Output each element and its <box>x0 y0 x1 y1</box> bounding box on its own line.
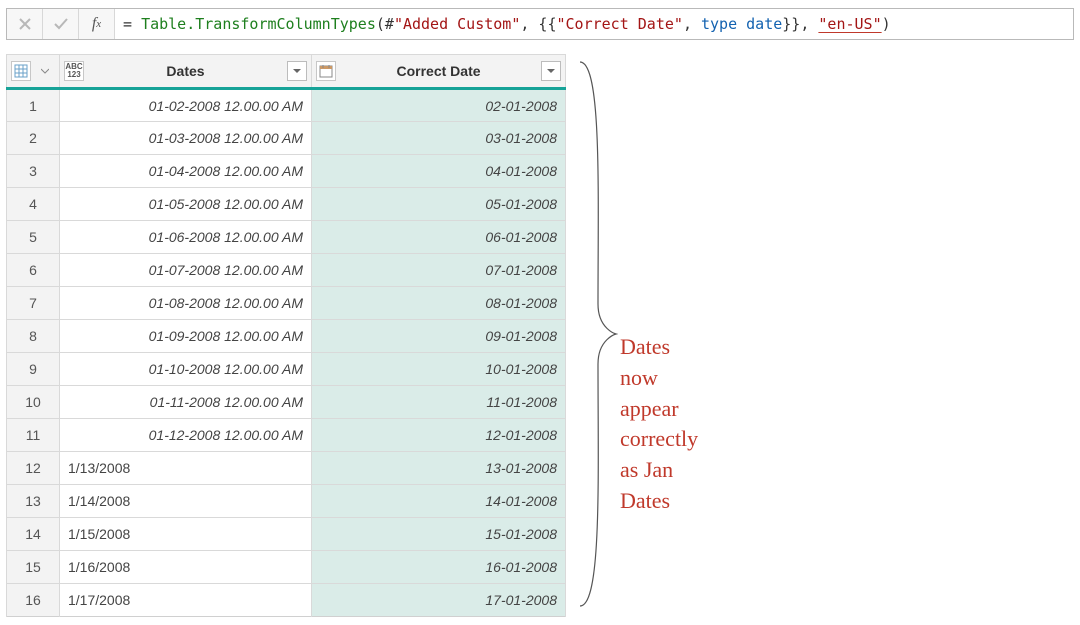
table-row[interactable]: 801-09-2008 12.00.00 AM09-01-2008 <box>7 320 566 353</box>
cell-dates[interactable]: 01-07-2008 12.00.00 AM <box>60 254 312 287</box>
table-row[interactable]: 121/13/200813-01-2008 <box>7 452 566 485</box>
row-number[interactable]: 5 <box>7 221 60 254</box>
table-row[interactable]: 701-08-2008 12.00.00 AM08-01-2008 <box>7 287 566 320</box>
cell-correct-date[interactable]: 17-01-2008 <box>312 584 566 617</box>
row-number[interactable]: 11 <box>7 419 60 452</box>
row-header-corner[interactable] <box>7 55 60 89</box>
filter-dropdown-button[interactable] <box>287 61 307 81</box>
table-row[interactable]: 1001-11-2008 12.00.00 AM11-01-2008 <box>7 386 566 419</box>
cell-correct-date[interactable]: 03-01-2008 <box>312 122 566 155</box>
row-number[interactable]: 9 <box>7 353 60 386</box>
row-number[interactable]: 3 <box>7 155 60 188</box>
cell-dates[interactable]: 01-08-2008 12.00.00 AM <box>60 287 312 320</box>
formula-cancel-button[interactable] <box>7 9 43 39</box>
table-row[interactable]: 161/17/200817-01-2008 <box>7 584 566 617</box>
cell-correct-date[interactable]: 08-01-2008 <box>312 287 566 320</box>
table-row[interactable]: 401-05-2008 12.00.00 AM05-01-2008 <box>7 188 566 221</box>
cell-dates[interactable]: 01-05-2008 12.00.00 AM <box>60 188 312 221</box>
cell-correct-date[interactable]: 12-01-2008 <box>312 419 566 452</box>
cell-correct-date[interactable]: 10-01-2008 <box>312 353 566 386</box>
fx-icon: fx <box>79 9 115 39</box>
row-number[interactable]: 16 <box>7 584 60 617</box>
table-icon <box>11 61 31 81</box>
table-row[interactable]: 901-10-2008 12.00.00 AM10-01-2008 <box>7 353 566 386</box>
row-number[interactable]: 12 <box>7 452 60 485</box>
row-number[interactable]: 1 <box>7 89 60 122</box>
column-header-correct-date[interactable]: Correct Date <box>312 55 566 89</box>
cell-dates[interactable]: 1/17/2008 <box>60 584 312 617</box>
row-number[interactable]: 14 <box>7 518 60 551</box>
table-row[interactable]: 1101-12-2008 12.00.00 AM12-01-2008 <box>7 419 566 452</box>
cell-correct-date[interactable]: 13-01-2008 <box>312 452 566 485</box>
table-row[interactable]: 151/16/200816-01-2008 <box>7 551 566 584</box>
cell-correct-date[interactable]: 05-01-2008 <box>312 188 566 221</box>
cell-dates[interactable]: 01-06-2008 12.00.00 AM <box>60 221 312 254</box>
table-row[interactable]: 501-06-2008 12.00.00 AM06-01-2008 <box>7 221 566 254</box>
cell-correct-date[interactable]: 07-01-2008 <box>312 254 566 287</box>
data-grid[interactable]: ABC123 Dates Correct Date <box>6 54 566 617</box>
column-label: Correct Date <box>340 63 537 79</box>
filter-dropdown-button[interactable] <box>541 61 561 81</box>
table-row[interactable]: 131/14/200814-01-2008 <box>7 485 566 518</box>
cell-correct-date[interactable]: 09-01-2008 <box>312 320 566 353</box>
date-type-icon <box>316 61 336 81</box>
cell-dates[interactable]: 01-09-2008 12.00.00 AM <box>60 320 312 353</box>
row-number[interactable]: 2 <box>7 122 60 155</box>
chevron-down-icon[interactable] <box>35 61 55 81</box>
cell-correct-date[interactable]: 06-01-2008 <box>312 221 566 254</box>
cell-dates[interactable]: 1/14/2008 <box>60 485 312 518</box>
cell-correct-date[interactable]: 04-01-2008 <box>312 155 566 188</box>
cell-dates[interactable]: 1/16/2008 <box>60 551 312 584</box>
table-row[interactable]: 301-04-2008 12.00.00 AM04-01-2008 <box>7 155 566 188</box>
cell-dates[interactable]: 01-02-2008 12.00.00 AM <box>60 89 312 122</box>
annotation-line-2: correctly as Jan Dates <box>620 424 698 516</box>
cell-dates[interactable]: 01-11-2008 12.00.00 AM <box>60 386 312 419</box>
cell-dates[interactable]: 01-03-2008 12.00.00 AM <box>60 122 312 155</box>
cell-dates[interactable]: 01-10-2008 12.00.00 AM <box>60 353 312 386</box>
row-number[interactable]: 10 <box>7 386 60 419</box>
table-row[interactable]: 201-03-2008 12.00.00 AM03-01-2008 <box>7 122 566 155</box>
row-number[interactable]: 8 <box>7 320 60 353</box>
cell-dates[interactable]: 1/13/2008 <box>60 452 312 485</box>
formula-bar: fx = Table.TransformColumnTypes(#"Added … <box>6 8 1074 40</box>
table-row[interactable]: 101-02-2008 12.00.00 AM02-01-2008 <box>7 89 566 122</box>
formula-commit-button[interactable] <box>43 9 79 39</box>
cell-correct-date[interactable]: 02-01-2008 <box>312 89 566 122</box>
row-number[interactable]: 6 <box>7 254 60 287</box>
cell-dates[interactable]: 1/15/2008 <box>60 518 312 551</box>
column-header-dates[interactable]: ABC123 Dates <box>60 55 312 89</box>
column-label: Dates <box>88 63 283 79</box>
any-type-icon: ABC123 <box>64 61 84 81</box>
cell-correct-date[interactable]: 16-01-2008 <box>312 551 566 584</box>
row-number[interactable]: 13 <box>7 485 60 518</box>
row-number[interactable]: 7 <box>7 287 60 320</box>
row-number[interactable]: 4 <box>7 188 60 221</box>
annotation-line-1: Dates now appear <box>620 332 698 424</box>
cell-dates[interactable]: 01-04-2008 12.00.00 AM <box>60 155 312 188</box>
cell-correct-date[interactable]: 11-01-2008 <box>312 386 566 419</box>
table-row[interactable]: 141/15/200815-01-2008 <box>7 518 566 551</box>
cell-dates[interactable]: 01-12-2008 12.00.00 AM <box>60 419 312 452</box>
row-number[interactable]: 15 <box>7 551 60 584</box>
table-row[interactable]: 601-07-2008 12.00.00 AM07-01-2008 <box>7 254 566 287</box>
formula-input[interactable]: = Table.TransformColumnTypes(#"Added Cus… <box>115 9 1073 39</box>
cell-correct-date[interactable]: 15-01-2008 <box>312 518 566 551</box>
cell-correct-date[interactable]: 14-01-2008 <box>312 485 566 518</box>
